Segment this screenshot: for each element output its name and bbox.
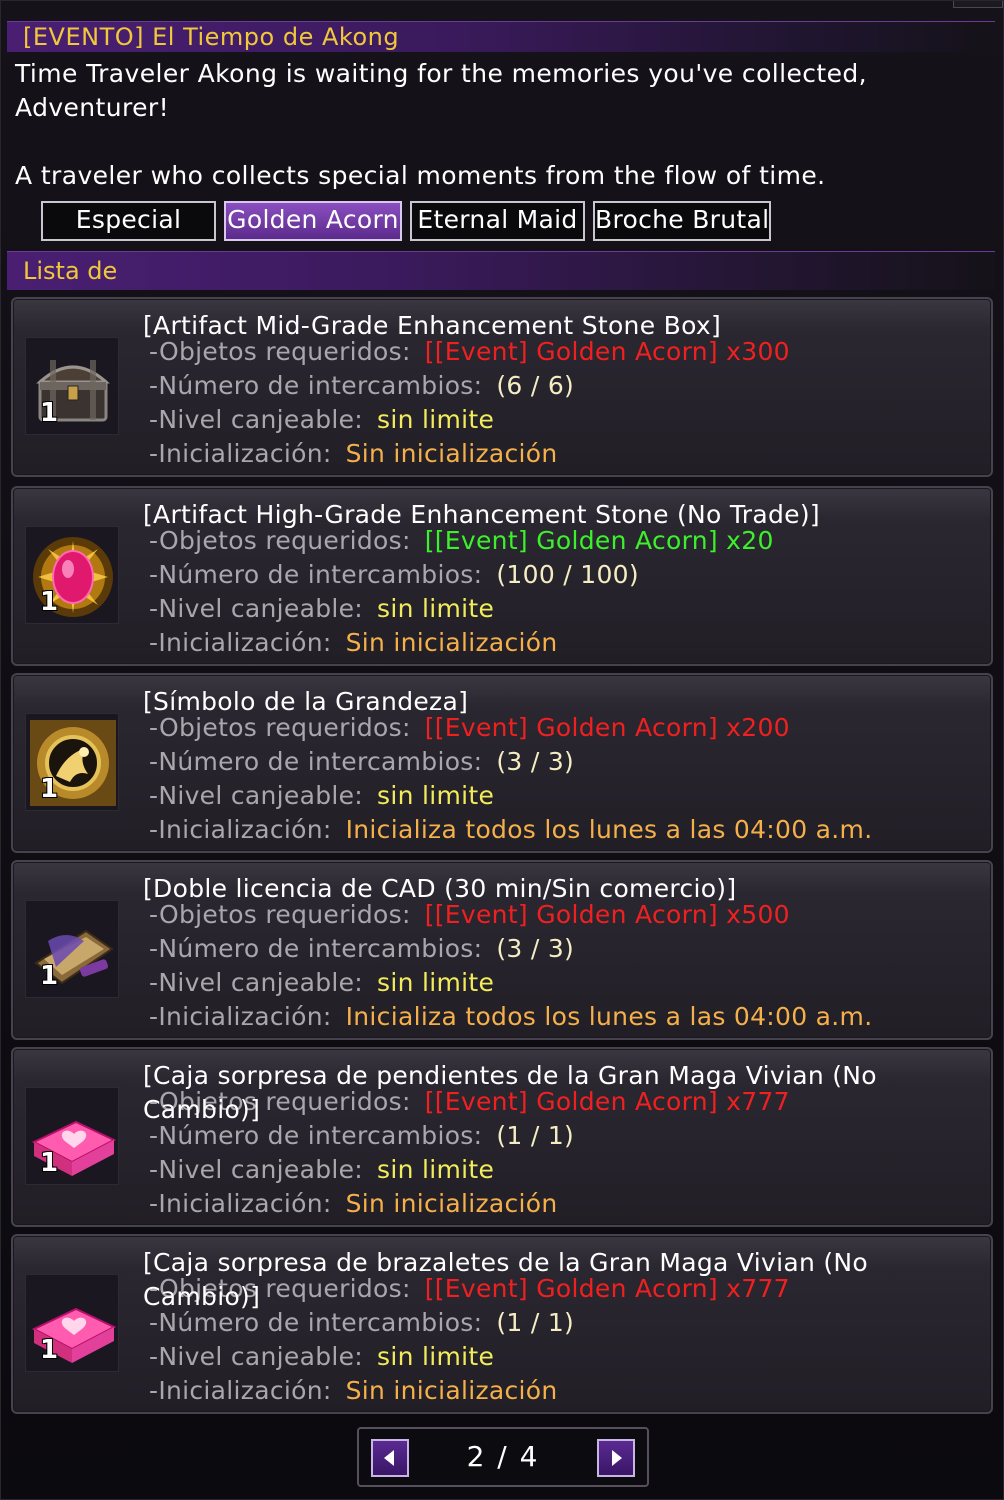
level-label: -Nivel canjeable: <box>149 594 364 623</box>
reset-row: -Inicialización: Sin inicialización <box>149 1376 558 1406</box>
level-row: -Nivel canjeable: sin limite <box>149 781 494 811</box>
reset-value: Inicializa todos los lunes a las 04:00 a… <box>345 1002 873 1031</box>
level-value: sin limite <box>377 1342 495 1371</box>
level-row: -Nivel canjeable: sin limite <box>149 405 494 435</box>
reset-row: -Inicialización: Sin inicialización <box>149 439 558 469</box>
level-row: -Nivel canjeable: sin limite <box>149 1155 494 1185</box>
exchanges-value: (6 / 6) <box>496 371 575 400</box>
item-count: 1 <box>40 398 59 428</box>
exchange-item[interactable]: 1 [Caja sorpresa de brazaletes de la Gra… <box>11 1234 993 1414</box>
item-name: [Artifact Mid-Grade Enhancement Stone Bo… <box>143 311 722 340</box>
level-row: -Nivel canjeable: sin limite <box>149 968 494 998</box>
exchanges-label: -Número de intercambios: <box>149 560 483 589</box>
pagination: 2 / 4 <box>357 1427 649 1487</box>
right-arrow-icon <box>612 1450 622 1466</box>
exchanges-value: (3 / 3) <box>496 747 575 776</box>
reset-label: -Inicialización: <box>149 815 332 844</box>
level-value: sin limite <box>377 405 495 434</box>
treasure-chest-icon: 1 <box>25 337 119 435</box>
window-title: [EVENTO] El Tiempo de Akong <box>23 23 400 51</box>
item-name: [Símbolo de la Grandeza] <box>143 687 469 716</box>
item-name: [Caja sorpresa de brazaletes de la Gran … <box>143 1248 868 1311</box>
exchanges-label: -Número de intercambios: <box>149 747 483 776</box>
exchanges-row: -Número de intercambios: (100 / 100) <box>149 560 639 590</box>
item-name: [Doble licencia de CAD (30 min/Sin comer… <box>143 874 737 903</box>
reset-value: Sin inicialización <box>345 628 558 657</box>
level-value: sin limite <box>377 781 495 810</box>
level-label: -Nivel canjeable: <box>149 968 364 997</box>
exchange-item[interactable]: 1 [Caja sorpresa de pendientes de la Gra… <box>11 1047 993 1227</box>
pink-heart-box-icon: 1 <box>25 1274 119 1372</box>
level-label: -Nivel canjeable: <box>149 405 364 434</box>
exchanges-value: (3 / 3) <box>496 934 575 963</box>
pink-gem-icon: 1 <box>25 526 119 624</box>
exchange-item[interactable]: 1 [Artifact High-Grade Enhancement Stone… <box>11 486 993 666</box>
pink-heart-box-icon: 1 <box>25 1087 119 1185</box>
reset-row: -Inicialización: Sin inicialización <box>149 628 558 658</box>
reset-label: -Inicialización: <box>149 439 332 468</box>
reset-value: Sin inicialización <box>345 439 558 468</box>
level-value: sin limite <box>377 594 495 623</box>
reset-label: -Inicialización: <box>149 628 332 657</box>
tab-especial[interactable]: Especial <box>41 201 216 241</box>
reset-value: Sin inicialización <box>345 1376 558 1405</box>
exchanges-row: -Número de intercambios: (3 / 3) <box>149 934 574 964</box>
list-header: Lista de <box>7 251 995 290</box>
exchanges-row: -Número de intercambios: (3 / 3) <box>149 747 574 777</box>
reset-row: -Inicialización: Inicializa todos los lun… <box>149 1002 872 1032</box>
tab-eternal-maid[interactable]: Eternal Maid <box>410 201 585 241</box>
item-count: 1 <box>40 1335 59 1365</box>
exchanges-label: -Número de intercambios: <box>149 934 483 963</box>
level-row: -Nivel canjeable: sin limite <box>149 1342 494 1372</box>
tab-golden-acorn[interactable]: Golden Acorn <box>224 201 402 241</box>
exchanges-value: (100 / 100) <box>496 560 639 589</box>
reset-row: -Inicialización: Sin inicialización <box>149 1189 558 1219</box>
reset-value: Inicializa todos los lunes a las 04:00 a… <box>345 815 873 844</box>
golden-emblem-icon: 1 <box>25 713 119 811</box>
item-count: 1 <box>40 961 59 991</box>
item-count: 1 <box>40 587 59 617</box>
description-line: A traveler who collects special moments … <box>15 161 826 190</box>
level-value: sin limite <box>377 1155 495 1184</box>
reset-value: Sin inicialización <box>345 1189 558 1218</box>
scroll-license-icon: 1 <box>25 900 119 998</box>
next-page-button[interactable] <box>597 1439 635 1477</box>
description-line: Adventurer! <box>15 93 170 122</box>
exchange-item[interactable]: 1 [Artifact Mid-Grade Enhancement Stone … <box>11 297 993 477</box>
item-count: 1 <box>40 1148 59 1178</box>
event-description: Time Traveler Akong is waiting for the m… <box>15 57 975 193</box>
reset-label: -Inicialización: <box>149 1189 332 1218</box>
item-name: [Caja sorpresa de pendientes de la Gran … <box>143 1061 877 1124</box>
window-corner-button[interactable] <box>953 1 1003 8</box>
exchanges-row: -Número de intercambios: (6 / 6) <box>149 371 574 401</box>
exchange-item[interactable]: 1 [Doble licencia de CAD (30 min/Sin com… <box>11 860 993 1040</box>
level-row: -Nivel canjeable: sin limite <box>149 594 494 624</box>
level-label: -Nivel canjeable: <box>149 781 364 810</box>
item-count: 1 <box>40 774 59 804</box>
item-name: [Artifact High-Grade Enhancement Stone (… <box>143 500 820 529</box>
level-value: sin limite <box>377 968 495 997</box>
level-label: -Nivel canjeable: <box>149 1155 364 1184</box>
reset-row: -Inicialización: Inicializa todos los lun… <box>149 815 872 845</box>
event-window: [EVENTO] El Tiempo de Akong Time Travele… <box>0 0 1004 1500</box>
exchanges-label: -Número de intercambios: <box>149 371 483 400</box>
tab-broche-brutal[interactable]: Broche Brutal <box>593 201 771 241</box>
reset-label: -Inicialización: <box>149 1002 332 1031</box>
description-line: Time Traveler Akong is waiting for the m… <box>15 59 867 88</box>
exchange-item[interactable]: 1 [Símbolo de la Grandeza] -Objetos requ… <box>11 673 993 853</box>
title-bar: [EVENTO] El Tiempo de Akong <box>7 21 995 52</box>
list-header-label: Lista de <box>23 257 118 285</box>
reset-label: -Inicialización: <box>149 1376 332 1405</box>
level-label: -Nivel canjeable: <box>149 1342 364 1371</box>
